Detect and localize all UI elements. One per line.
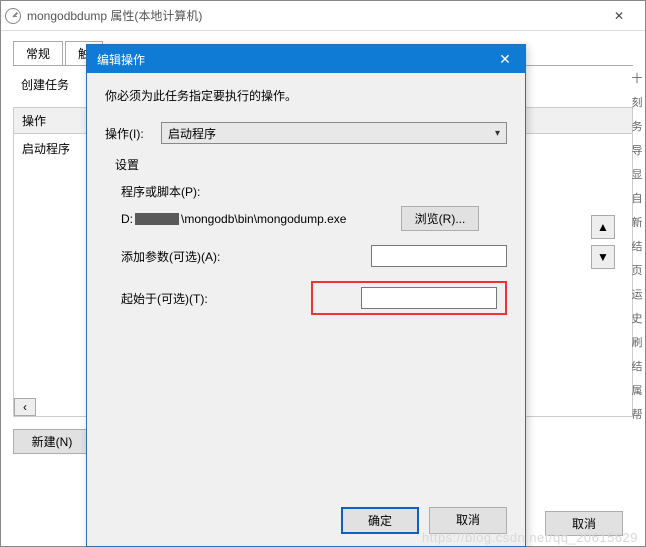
sidebar-glyph: 导	[628, 142, 646, 160]
script-path-input[interactable]: D: \mongodb\bin\mongodump.exe	[121, 212, 389, 226]
sidebar-glyph: 新	[628, 214, 646, 232]
dialog-body: 你必须为此任务指定要执行的操作。 操作(I): 启动程序 ▾ 设置 程序或脚本(…	[87, 73, 525, 546]
chevron-down-icon: ▾	[495, 128, 500, 139]
sidebar-glyph: 属	[628, 382, 646, 400]
sidebar-glyph: 刻	[628, 94, 646, 112]
chevron-left-icon: ‹	[23, 400, 27, 414]
settings-label: 设置	[115, 156, 507, 173]
properties-title: mongodbdump 属性(本地计算机)	[27, 7, 597, 24]
scroll-left-button[interactable]: ‹	[14, 398, 36, 416]
tab-general[interactable]: 常规	[13, 41, 63, 65]
move-up-button[interactable]: ▲	[591, 215, 615, 239]
close-icon: ✕	[614, 9, 624, 23]
sidebar-glyph: 运	[628, 286, 646, 304]
action-select[interactable]: 启动程序 ▾	[161, 122, 507, 144]
properties-titlebar: mongodbdump 属性(本地计算机) ✕	[1, 1, 645, 31]
redacted-segment	[135, 213, 179, 225]
action-select-value: 启动程序	[168, 125, 216, 142]
browse-button[interactable]: 浏览(R)...	[401, 206, 479, 231]
sidebar-glyph: 结	[628, 358, 646, 376]
sidebar-glyph: 刷	[628, 334, 646, 352]
dialog-titlebar: 编辑操作 ✕	[87, 45, 525, 73]
script-path-suffix: \mongodb\bin\mongodump.exe	[181, 212, 346, 226]
args-label: 添加参数(可选)(A):	[121, 248, 220, 265]
dialog-title: 编辑操作	[97, 51, 145, 68]
sidebar-glyph: 显	[628, 166, 646, 184]
sidebar-glyph: 史	[628, 310, 646, 328]
dialog-footer: 确定 取消	[105, 507, 507, 534]
ok-button[interactable]: 确定	[341, 507, 419, 534]
new-action-button[interactable]: 新建(N)	[13, 429, 91, 454]
startin-highlight	[311, 281, 507, 315]
dialog-close-button[interactable]: ✕	[485, 45, 525, 73]
settings-fieldset: 程序或脚本(P): D: \mongodb\bin\mongodump.exe …	[105, 183, 507, 329]
sidebar-glyph: 务	[628, 118, 646, 136]
right-sidebar-strip: 十 刻 务 导 显 自 新 结 页 运 史 刷 结 属 帮	[628, 70, 646, 424]
sidebar-glyph: 自	[628, 190, 646, 208]
arrow-up-icon: ▲	[597, 220, 609, 234]
properties-cancel-button[interactable]: 取消	[545, 511, 623, 536]
args-input[interactable]	[371, 245, 507, 267]
clock-icon	[5, 8, 21, 24]
startin-input[interactable]	[361, 287, 497, 309]
script-label: 程序或脚本(P):	[121, 183, 507, 200]
edit-action-dialog: 编辑操作 ✕ 你必须为此任务指定要执行的操作。 操作(I): 启动程序 ▾ 设置…	[86, 44, 526, 547]
properties-close-button[interactable]: ✕	[597, 2, 641, 30]
close-icon: ✕	[499, 51, 511, 68]
script-path-prefix: D:	[121, 212, 133, 226]
sidebar-glyph: 页	[628, 262, 646, 280]
sidebar-glyph: 十	[628, 70, 646, 88]
startin-label: 起始于(可选)(T):	[121, 290, 208, 307]
move-down-button[interactable]: ▼	[591, 245, 615, 269]
arrow-down-icon: ▼	[597, 250, 609, 264]
sidebar-glyph: 帮	[628, 406, 646, 424]
action-label: 操作(I):	[105, 125, 161, 142]
sidebar-glyph: 结	[628, 238, 646, 256]
dialog-instruction: 你必须为此任务指定要执行的操作。	[105, 87, 507, 104]
cancel-button[interactable]: 取消	[429, 507, 507, 534]
